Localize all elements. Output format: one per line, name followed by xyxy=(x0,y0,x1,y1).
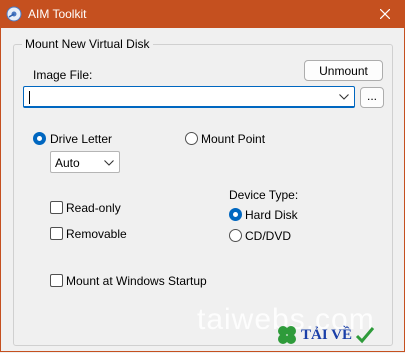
drive-letter-label: Drive Letter xyxy=(50,132,113,146)
browse-button[interactable]: ... xyxy=(360,87,384,108)
title-bar: AIM Toolkit xyxy=(0,0,405,28)
mount-point-label: Mount Point xyxy=(201,132,266,146)
device-type-label: Device Type: xyxy=(229,188,299,202)
hard-disk-radio[interactable] xyxy=(229,208,242,221)
unmount-button[interactable]: Unmount xyxy=(304,60,383,81)
group-label: Mount New Virtual Disk xyxy=(22,37,153,51)
readonly-label: Read-only xyxy=(66,201,121,215)
cddvd-radio[interactable] xyxy=(229,229,242,242)
browse-label: ... xyxy=(366,88,377,103)
image-file-combo[interactable] xyxy=(23,86,355,108)
drive-letter-select-value: Auto xyxy=(55,156,80,170)
clover-icon xyxy=(278,326,296,344)
drive-letter-radio[interactable] xyxy=(33,132,46,145)
checkmark-icon xyxy=(355,327,375,344)
window-title: AIM Toolkit xyxy=(28,7,87,21)
startup-label: Mount at Windows Startup xyxy=(66,274,207,288)
readonly-checkbox[interactable] xyxy=(50,201,63,214)
cddvd-label: CD/DVD xyxy=(245,229,292,243)
watermark-download: TẢI VỀ xyxy=(276,324,375,346)
text-caret xyxy=(29,91,30,104)
watermark-download-text: TẢI VỀ xyxy=(301,326,352,343)
hard-disk-label: Hard Disk xyxy=(245,208,298,222)
close-button[interactable] xyxy=(365,0,405,28)
drive-letter-select[interactable]: Auto xyxy=(50,151,120,173)
image-file-label: Image File: xyxy=(33,68,93,82)
app-icon xyxy=(6,6,22,22)
chevron-down-icon xyxy=(104,160,114,166)
mount-point-radio[interactable] xyxy=(185,132,198,145)
startup-checkbox[interactable] xyxy=(50,274,63,287)
chevron-down-icon xyxy=(339,94,349,100)
close-icon xyxy=(380,9,390,19)
unmount-label: Unmount xyxy=(319,63,368,78)
removable-label: Removable xyxy=(66,227,127,241)
removable-checkbox[interactable] xyxy=(50,227,63,240)
